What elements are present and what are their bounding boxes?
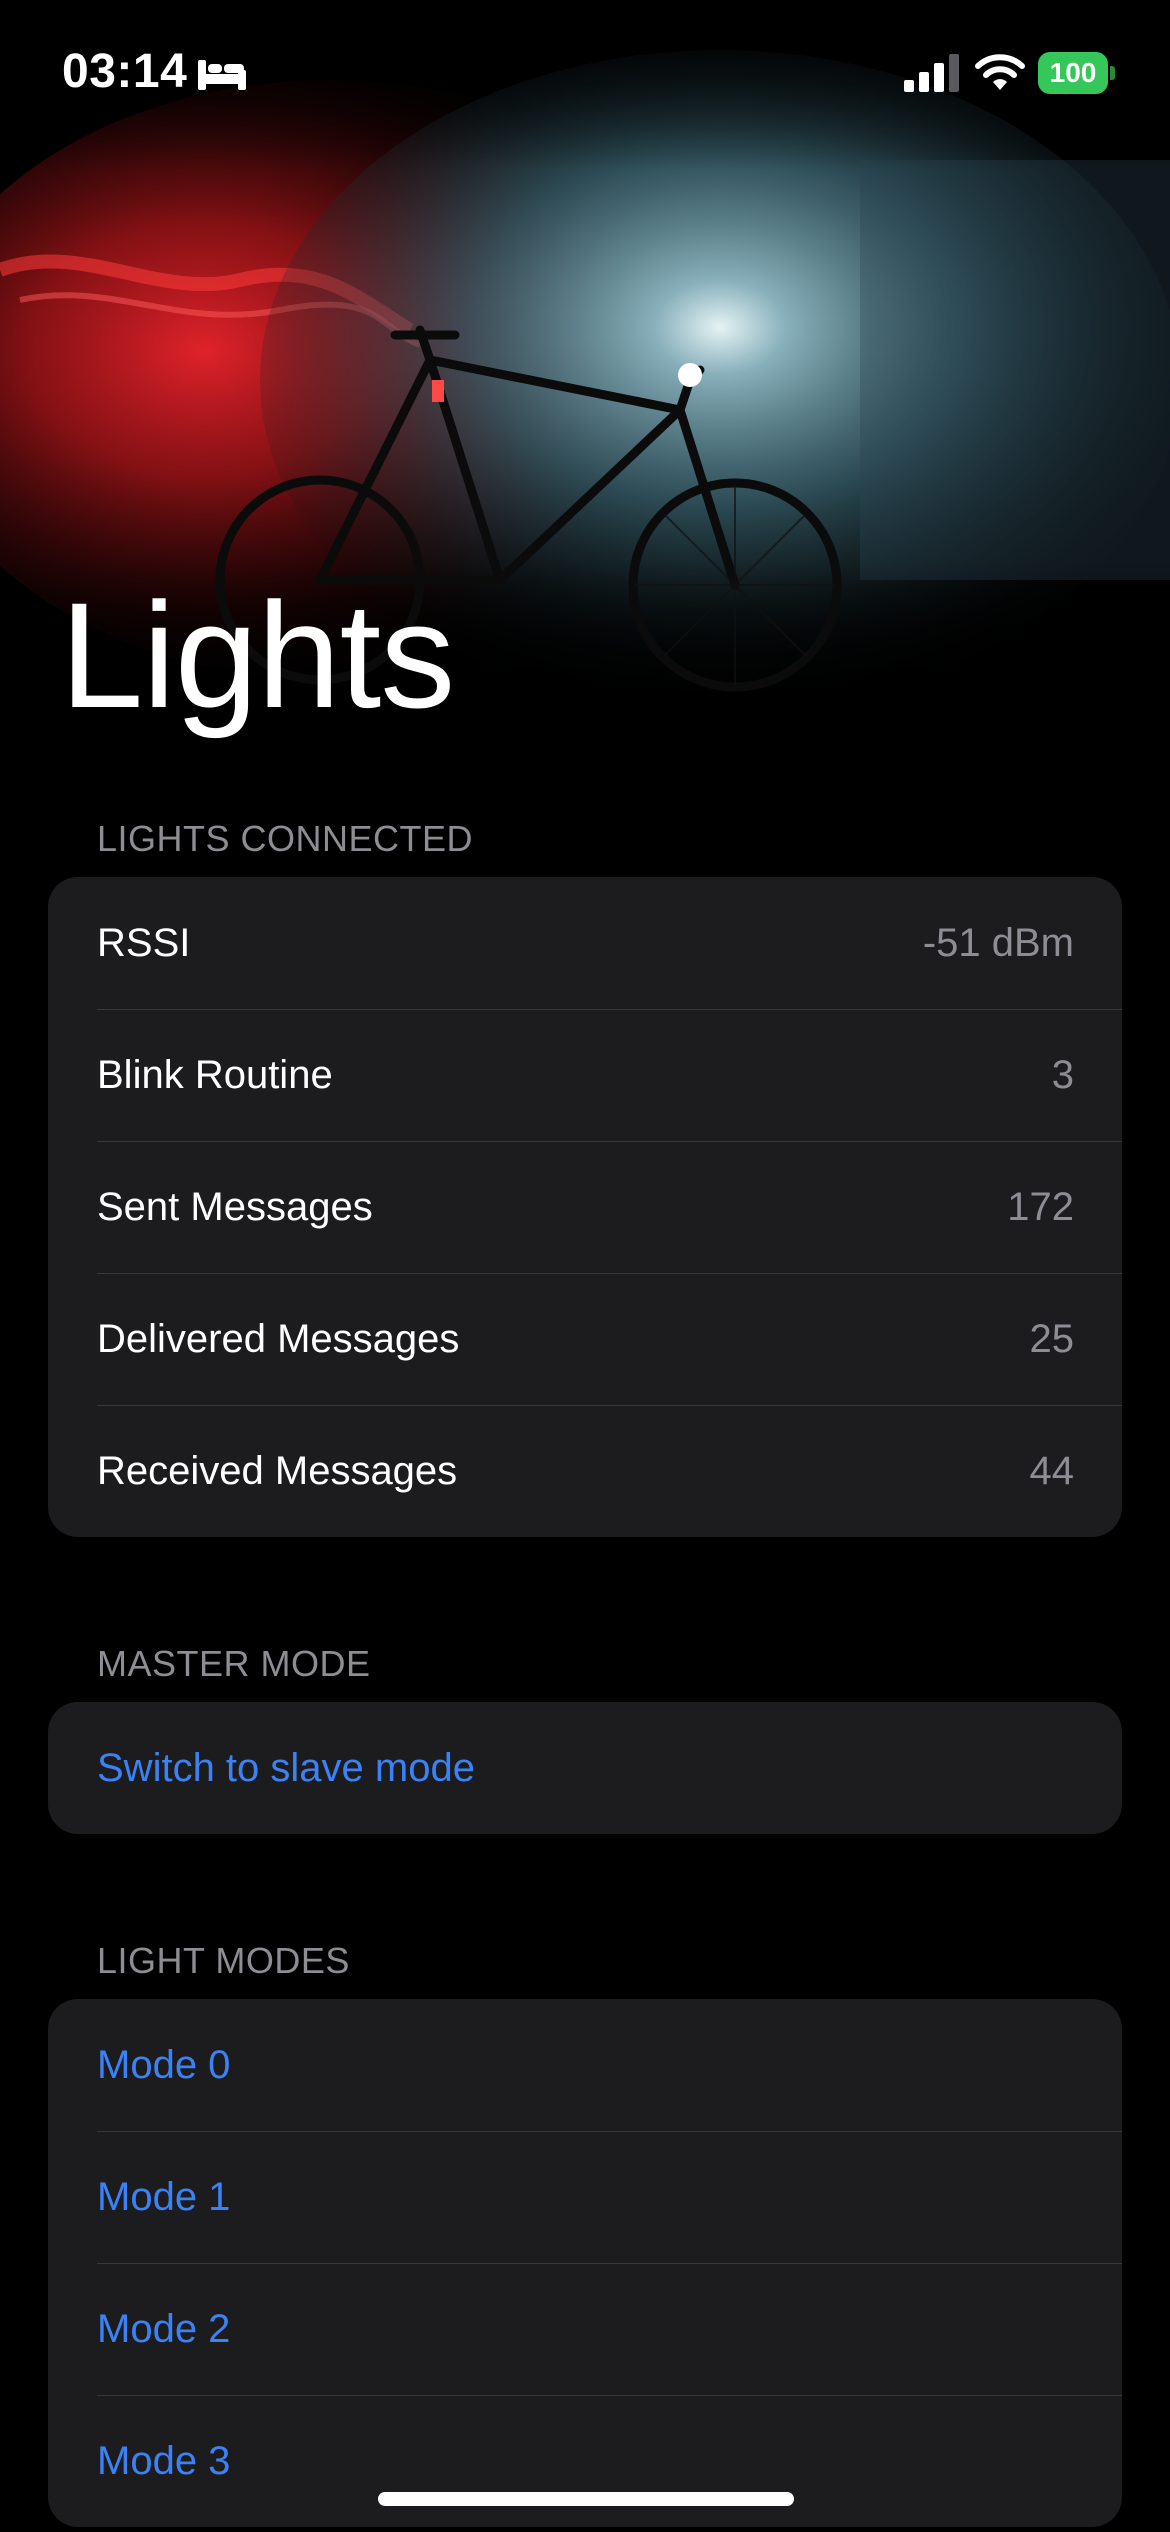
row-delivered-messages: Delivered Messages 25 bbox=[48, 1273, 1122, 1405]
mode-label: Mode 0 bbox=[97, 2042, 231, 2087]
wifi-icon bbox=[975, 54, 1025, 90]
row-label: Blink Routine bbox=[97, 1052, 333, 1097]
mode-label: Mode 1 bbox=[97, 2174, 231, 2219]
section-header-lights-connected: LIGHTS CONNECTED bbox=[97, 818, 474, 859]
status-bar: 03:14 100 bbox=[0, 0, 1170, 150]
row-rssi: RSSI -51 dBm bbox=[48, 877, 1122, 1009]
mode-0-button[interactable]: Mode 0 bbox=[48, 1999, 1122, 2131]
row-value: 3 bbox=[1051, 1052, 1074, 1097]
battery-icon: 100 bbox=[1038, 52, 1116, 94]
row-label: Delivered Messages bbox=[97, 1316, 460, 1361]
row-received-messages: Received Messages 44 bbox=[48, 1405, 1122, 1537]
bed-icon bbox=[198, 60, 246, 90]
battery-level: 100 bbox=[1038, 52, 1108, 94]
row-value: 172 bbox=[1007, 1184, 1074, 1229]
row-value: 25 bbox=[1029, 1316, 1075, 1361]
cellular-signal-icon bbox=[904, 54, 959, 92]
row-label: Sent Messages bbox=[97, 1184, 373, 1229]
section-header-light-modes: LIGHT MODES bbox=[97, 1940, 350, 1981]
row-value: -51 dBm bbox=[922, 920, 1074, 965]
switch-to-slave-mode-button[interactable]: Switch to slave mode bbox=[48, 1702, 1122, 1834]
row-value: 44 bbox=[1029, 1448, 1075, 1493]
page-title: Lights bbox=[60, 571, 455, 739]
master-mode-group: Switch to slave mode bbox=[48, 1702, 1122, 1834]
mode-3-button[interactable]: Mode 3 bbox=[48, 2395, 1122, 2527]
switch-to-slave-mode-label: Switch to slave mode bbox=[97, 1745, 475, 1790]
home-indicator[interactable] bbox=[378, 2492, 794, 2506]
mode-1-button[interactable]: Mode 1 bbox=[48, 2131, 1122, 2263]
status-time: 03:14 bbox=[62, 45, 188, 98]
row-label: Received Messages bbox=[97, 1448, 458, 1493]
section-header-master-mode: MASTER MODE bbox=[97, 1643, 371, 1684]
row-label: RSSI bbox=[97, 920, 191, 965]
lights-connected-group: RSSI -51 dBm Blink Routine 3 Sent Messag… bbox=[48, 877, 1122, 1537]
row-sent-messages: Sent Messages 172 bbox=[48, 1141, 1122, 1273]
row-blink-routine: Blink Routine 3 bbox=[48, 1009, 1122, 1141]
light-modes-group: Mode 0 Mode 1 Mode 2 Mode 3 bbox=[48, 1999, 1122, 2527]
mode-2-button[interactable]: Mode 2 bbox=[48, 2263, 1122, 2395]
mode-label: Mode 3 bbox=[97, 2438, 231, 2483]
mode-label: Mode 2 bbox=[97, 2306, 231, 2351]
